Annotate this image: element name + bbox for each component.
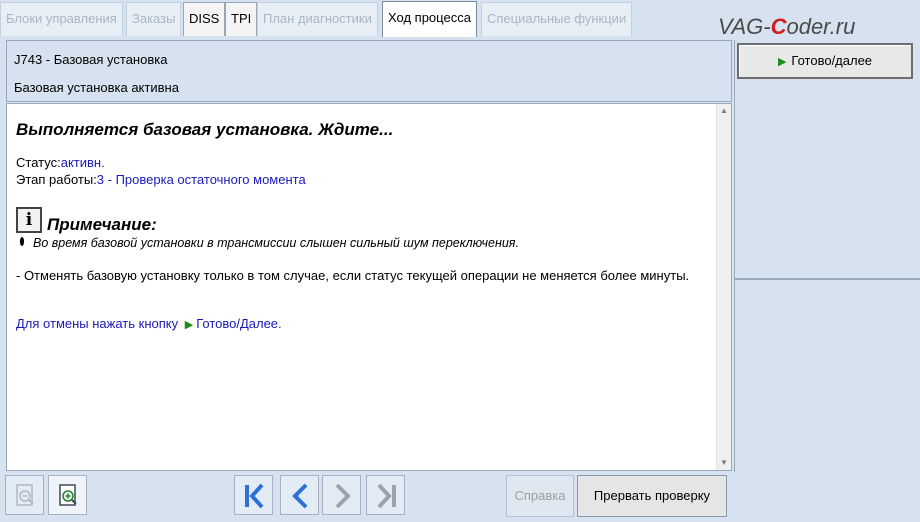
tab-bar: Блоки управления Заказы DISS TPI План ди… — [0, 0, 920, 39]
skip-first-icon — [245, 483, 264, 509]
ready-next-button[interactable]: ▶ Готово/далее — [737, 43, 913, 79]
tab-diagnostic-plan: План диагностики — [257, 2, 378, 36]
tab-special-functions: Специальные функции — [481, 2, 633, 36]
help-button: Справка — [506, 475, 574, 517]
last-page-button — [366, 475, 405, 515]
module-title: J743 - Базовая установка — [14, 52, 168, 67]
content-panel: Выполняется базовая установка. Ждите... … — [6, 103, 732, 471]
tab-tpi[interactable]: TPI — [225, 2, 258, 36]
skip-last-icon — [377, 483, 396, 509]
tab-control-units: Блоки управления — [0, 2, 123, 36]
cancel-note: - Отменять базовую установку только в то… — [16, 268, 690, 283]
status-value: активн. — [60, 155, 105, 170]
module-state: Базовая установка активна — [14, 80, 179, 95]
page-title: Выполняется базовая установка. Ждите... — [16, 120, 394, 139]
watermark-logo: VAG-Coder.ru — [718, 14, 856, 39]
stage-value: 3 - Проверка остаточного момента — [96, 172, 306, 187]
vertical-scrollbar[interactable]: ▲ ▼ — [716, 104, 731, 470]
scroll-up-icon[interactable]: ▲ — [717, 104, 731, 118]
tab-diss[interactable]: DISS — [183, 2, 226, 36]
chevron-left-icon — [292, 483, 308, 509]
previous-button[interactable] — [280, 475, 319, 515]
note-title: Примечание: — [47, 215, 157, 234]
process-header: J743 - Базовая установка Базовая установ… — [6, 40, 732, 102]
scroll-down-icon[interactable]: ▼ — [717, 456, 731, 470]
bullet-icon — [19, 237, 25, 246]
panel-divider — [734, 278, 920, 280]
bottom-toolbar: Справка Прервать проверку — [0, 472, 920, 522]
stage-line: Этап работы:3 - Проверка остаточного мом… — [16, 172, 306, 187]
tab-process[interactable]: Ход процесса — [382, 1, 477, 37]
chevron-right-icon — [335, 483, 351, 509]
first-page-button[interactable] — [234, 475, 273, 515]
play-icon: ▶ — [777, 56, 787, 68]
info-icon: i — [16, 207, 42, 233]
tab-orders: Заказы — [126, 2, 182, 36]
next-button — [322, 475, 361, 515]
zoom-out-icon — [16, 484, 34, 506]
note-item: Во время базовой установки в трансмиссии… — [33, 236, 519, 250]
play-icon: ▶ — [184, 319, 194, 331]
zoom-out-button[interactable] — [5, 475, 44, 515]
zoom-in-icon — [59, 484, 77, 506]
cancel-hint: Для отмены нажать кнопку ▶ Готово/Далее. — [16, 316, 282, 331]
right-panel: ▶ Готово/далее — [734, 40, 920, 518]
status-line: Статус:активн. — [16, 155, 105, 170]
abort-check-button[interactable]: Прервать проверку — [577, 475, 727, 517]
zoom-in-button[interactable] — [48, 475, 87, 515]
